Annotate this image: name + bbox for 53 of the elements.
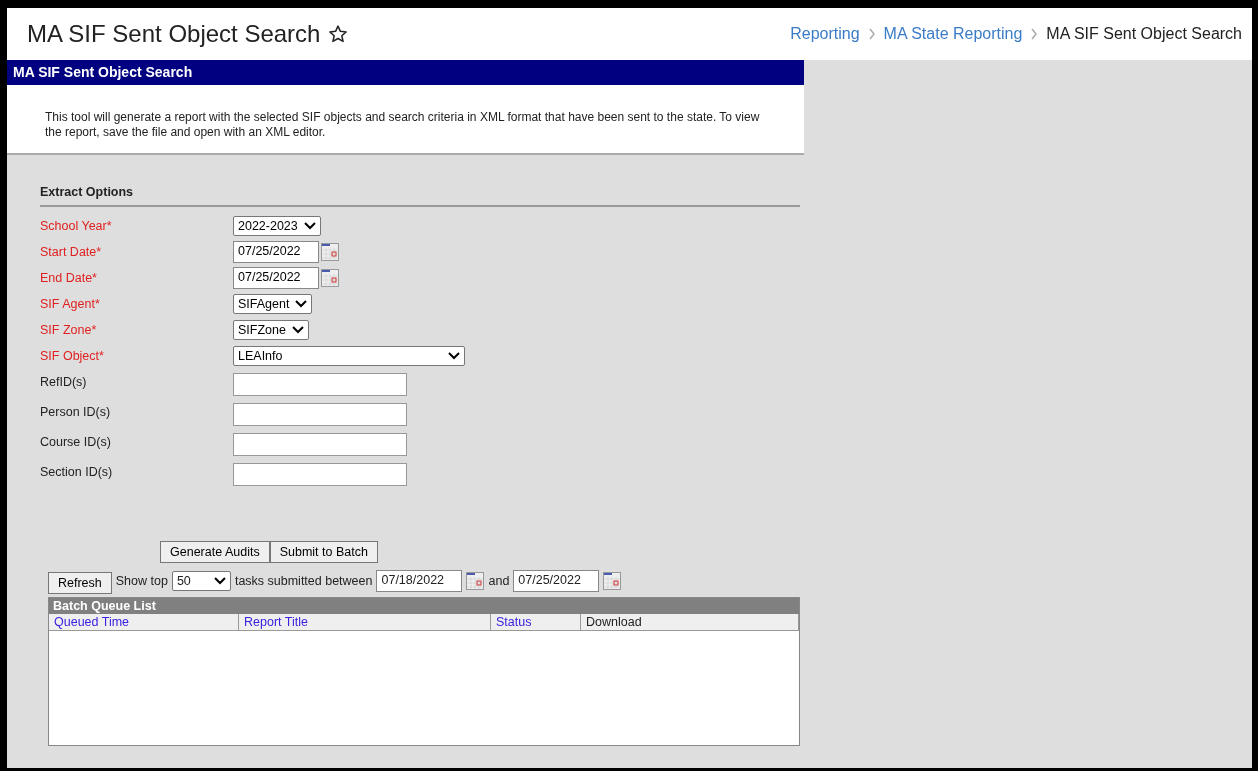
chevron-right-icon <box>867 28 876 40</box>
field-label: Course ID(s) <box>40 434 112 451</box>
description: This tool will generate a report with the selected SIF objects and search criteria in XML format that have been sent to the state. To view the report, save the file and open with an XML editor. <box>7 85 804 155</box>
action-button[interactable]: Submit to Batch <box>269 541 378 563</box>
select-field[interactable]: 50 <box>171 570 231 591</box>
column-header[interactable]: Queued Time <box>49 614 239 630</box>
column-header: Download <box>581 614 799 630</box>
chevron-down-icon <box>448 352 460 360</box>
calendar-icon[interactable] <box>321 269 339 287</box>
breadcrumb[interactable]: Reporting <box>790 25 860 43</box>
date-field[interactable]: 07/25/2022 <box>233 241 319 263</box>
field-label: RefID(s) <box>40 374 88 391</box>
chevron-down-icon <box>303 222 316 230</box>
field-label: Start Date* <box>40 244 103 261</box>
field-label: SIF Object* <box>40 348 105 365</box>
select-field[interactable]: SIFAgent <box>233 294 313 314</box>
date-field[interactable]: 07/18/2022 <box>376 569 463 592</box>
field-label: End Date* <box>40 270 98 287</box>
input-field[interactable] <box>233 372 407 396</box>
section-heading: Extract Options <box>40 185 800 207</box>
column-header[interactable]: Status <box>491 614 581 630</box>
between-label: tasks submitted between <box>234 573 373 588</box>
select-field[interactable]: LEAInfo <box>233 346 465 366</box>
select-field[interactable]: SIFZone <box>233 320 309 340</box>
input-field[interactable] <box>233 432 407 456</box>
calendar-icon[interactable] <box>321 243 339 261</box>
date-field[interactable]: 07/25/2022 <box>233 267 319 289</box>
select-field[interactable]: 2022-2023 <box>233 216 321 236</box>
field-label: SIF Zone* <box>40 322 98 339</box>
and-label: and <box>488 573 510 588</box>
field-label: SIF Agent* <box>40 296 101 313</box>
column-header[interactable]: Report Title <box>239 614 491 630</box>
breadcrumb[interactable]: MA State Reporting <box>883 25 1023 43</box>
chevron-down-icon <box>295 300 308 308</box>
date-field[interactable]: 07/25/2022 <box>513 569 600 592</box>
field-label: School Year* <box>40 218 113 235</box>
calendar-icon[interactable] <box>603 571 622 590</box>
field-label: Section ID(s) <box>40 464 114 481</box>
show-top-label: Show top <box>115 573 168 588</box>
breadcrumb: MA SIF Sent Object Search <box>1046 25 1242 43</box>
input-field[interactable] <box>233 402 407 426</box>
action-button[interactable]: Generate Audits <box>160 541 270 563</box>
chevron-down-icon <box>213 576 226 585</box>
refresh-button[interactable]: Refresh <box>48 572 112 594</box>
table-title: Batch Queue List <box>49 598 799 614</box>
input-field[interactable] <box>233 462 407 486</box>
chevron-right-icon <box>1030 28 1039 40</box>
chevron-down-icon <box>291 326 304 334</box>
calendar-icon[interactable] <box>466 571 485 590</box>
page-title: MA SIF Sent Object Search <box>27 20 321 48</box>
panel-title: MA SIF Sent Object Search <box>7 60 804 85</box>
field-label: Person ID(s) <box>40 404 112 421</box>
star-icon[interactable] <box>328 24 349 44</box>
